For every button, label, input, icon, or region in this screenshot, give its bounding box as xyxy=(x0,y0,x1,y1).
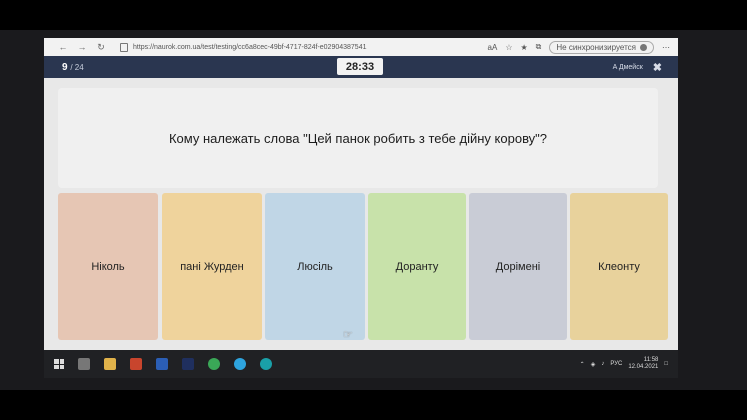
question-current: 9 xyxy=(62,61,68,73)
screen: ← → ↻ https://naurok.com.ua/test/testing… xyxy=(44,38,678,378)
user-name: A Дмейск xyxy=(612,63,643,71)
read-aloud-icon[interactable]: аА xyxy=(488,43,498,52)
answer-label: Клеонту xyxy=(598,260,640,273)
powerpoint-icon[interactable] xyxy=(130,358,142,370)
avatar-icon xyxy=(640,43,647,51)
clock-time: 11:58 xyxy=(643,357,659,363)
windows-start-icon[interactable] xyxy=(54,359,64,369)
question-panel: Кому належать слова "Цей панок робить з … xyxy=(58,88,658,188)
answer-label: пані Журден xyxy=(180,260,244,273)
tray-arrow-icon[interactable]: ⌃ xyxy=(580,361,585,368)
notifications-icon[interactable]: □ xyxy=(664,361,668,367)
answer-option[interactable]: Ніколь xyxy=(58,193,158,340)
more-icon[interactable]: ⋯ xyxy=(662,43,670,52)
network-icon[interactable]: ◈ xyxy=(591,361,596,368)
favorites-icon[interactable]: ★ xyxy=(520,43,527,52)
file-explorer-icon[interactable] xyxy=(104,358,116,370)
edge-icon[interactable] xyxy=(260,358,272,370)
question-counter: 9 / 24 xyxy=(62,62,84,73)
refresh-icon[interactable]: ↻ xyxy=(96,42,106,53)
photoshop-icon[interactable] xyxy=(182,358,194,370)
answer-option[interactable]: Люсіль xyxy=(265,193,365,340)
url-text: https://naurok.com.ua/test/testing/cc6a8… xyxy=(133,43,367,51)
forward-icon[interactable]: → xyxy=(77,42,87,53)
timer: 28:33 xyxy=(337,58,383,75)
answer-label: Доранту xyxy=(395,260,439,273)
telegram-icon[interactable] xyxy=(234,358,246,370)
answer-option[interactable]: Дорімені xyxy=(469,193,567,340)
answer-grid: Ніколь пані Журден Люсіль Доранту Доріме… xyxy=(58,193,668,340)
taskbar: ⌃ ◈ ♪ РУС 11:58 12.04.2021 □ xyxy=(44,350,678,378)
mouse-cursor-icon: ☞ xyxy=(343,329,353,341)
back-icon[interactable]: ← xyxy=(58,42,68,53)
collections-icon[interactable]: ⧉ xyxy=(536,42,542,52)
favorite-icon[interactable]: ☆ xyxy=(505,43,512,52)
quiz-header: 9 / 24 28:33 A Дмейск ✖ xyxy=(44,56,678,78)
address-bar[interactable]: https://naurok.com.ua/test/testing/cc6a8… xyxy=(120,42,420,52)
close-icon[interactable]: ✖ xyxy=(653,61,662,74)
volume-icon[interactable]: ♪ xyxy=(601,361,604,367)
answer-option[interactable]: Доранту xyxy=(368,193,466,340)
answer-option[interactable]: Клеонту xyxy=(570,193,668,340)
question-total: / 24 xyxy=(70,62,84,72)
task-view-icon[interactable] xyxy=(78,358,90,370)
question-text: Кому належать слова "Цей панок робить з … xyxy=(168,130,548,146)
system-clock[interactable]: 11:58 12.04.2021 xyxy=(628,357,658,371)
chrome-icon[interactable] xyxy=(208,358,220,370)
word-icon[interactable] xyxy=(156,358,168,370)
answer-label: Ніколь xyxy=(91,260,125,273)
answer-option[interactable]: пані Журден xyxy=(162,193,262,340)
browser-toolbar: ← → ↻ https://naurok.com.ua/test/testing… xyxy=(44,38,678,57)
lock-icon xyxy=(120,42,128,52)
profile-label: Не синхронизируется xyxy=(556,42,636,52)
answer-label: Люсіль xyxy=(297,260,333,273)
profile-button[interactable]: Не синхронизируется xyxy=(549,40,654,54)
keyboard-language[interactable]: РУС xyxy=(610,361,622,367)
clock-date: 12.04.2021 xyxy=(628,364,659,370)
answer-label: Дорімені xyxy=(495,260,541,273)
